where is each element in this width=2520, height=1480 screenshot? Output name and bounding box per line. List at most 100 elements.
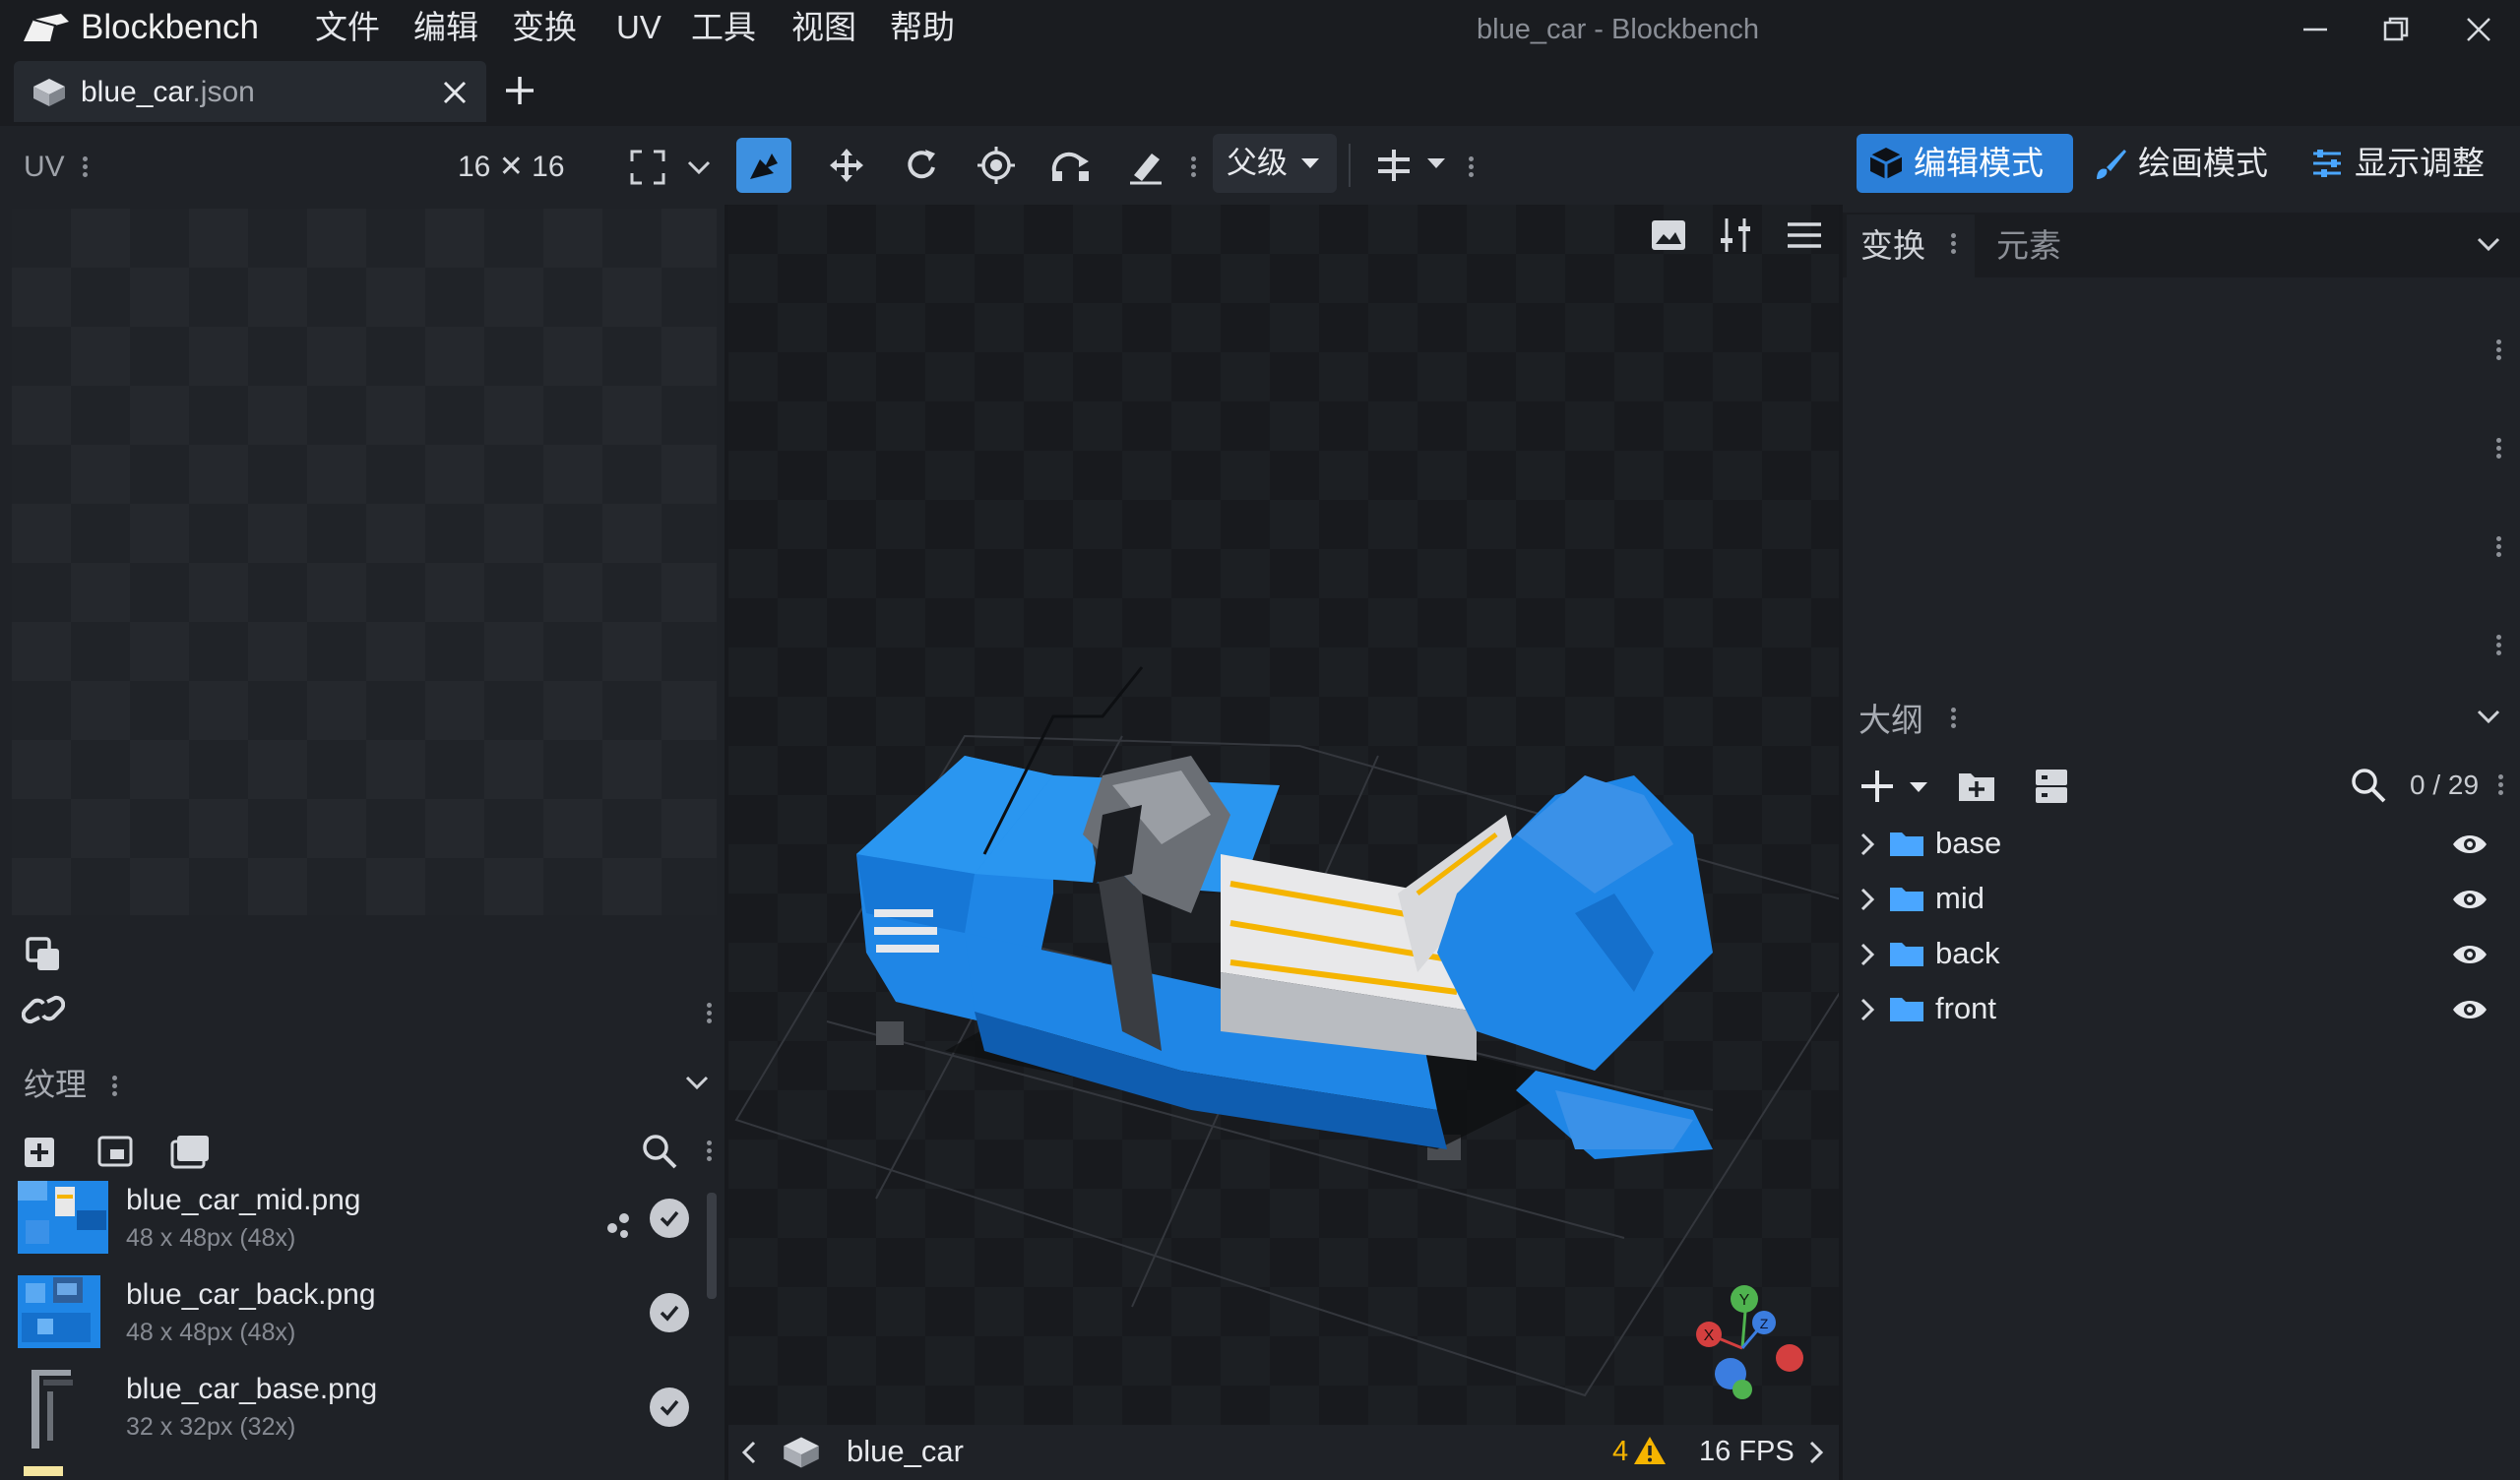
model-name: blue_car [847, 1434, 964, 1468]
axis-z-label: Z [1760, 1316, 1769, 1331]
outliner-menu-icon[interactable] [1949, 705, 1957, 731]
texture-used-check-icon[interactable] [650, 1199, 689, 1238]
menu-help[interactable]: 帮助 [890, 6, 955, 49]
3d-viewport[interactable] [728, 205, 1839, 1425]
menu-transform[interactable]: 变换 [512, 6, 577, 49]
warning-icon[interactable] [1632, 1435, 1668, 1466]
new-tab-plus-icon[interactable] [502, 73, 537, 108]
texture-item[interactable]: blue_car_back.png 48 x 48px (48x) [12, 1275, 717, 1370]
paint-mode-button[interactable]: 绘画模式 [2081, 134, 2298, 193]
visibility-eye-icon[interactable] [2451, 996, 2488, 1023]
texture-used-check-icon[interactable] [650, 1388, 689, 1427]
property-menu-icon[interactable] [2494, 435, 2502, 462]
pivot-tool-icon[interactable] [969, 138, 1024, 193]
property-menu-icon[interactable] [2494, 533, 2502, 560]
outliner-group[interactable]: mid [1843, 872, 2512, 927]
texture-folder-icon[interactable] [169, 1130, 213, 1169]
property-menu-icon[interactable] [2494, 632, 2502, 658]
restore-icon[interactable] [2376, 10, 2416, 49]
vertex-snap-tool-icon[interactable] [1043, 138, 1099, 193]
texture-name: blue_car_base.png [126, 1373, 378, 1405]
texture-size: 32 x 32px (32x) [126, 1413, 296, 1441]
chevron-right-icon[interactable] [1805, 1439, 1829, 1466]
uv-tools-menu-icon[interactable] [705, 1000, 713, 1026]
close-tab-icon[interactable] [439, 77, 471, 108]
display-mode-button[interactable]: 显示调整 [2298, 134, 2514, 193]
uv-menu-icon[interactable] [81, 154, 89, 180]
edit-mode-button[interactable]: 编辑模式 [1857, 134, 2073, 193]
warning-count[interactable]: 4 [1612, 1431, 1628, 1472]
textures-toolbar-menu-icon[interactable] [705, 1138, 713, 1164]
menu-view[interactable]: 视图 [791, 6, 856, 49]
texture-used-check-icon[interactable] [650, 1293, 689, 1332]
property-menu-icon[interactable] [2494, 337, 2502, 363]
expand-chevron-icon[interactable] [1857, 996, 1880, 1023]
move-scale-tool[interactable] [736, 138, 791, 193]
chevron-down-icon[interactable] [685, 154, 713, 181]
folder-icon [1888, 884, 1925, 913]
outliner-title: 大纲 [1858, 702, 1923, 738]
import-texture-icon[interactable] [22, 1130, 61, 1169]
collapse-all-icon[interactable] [2034, 768, 2069, 805]
menu-tools[interactable]: 工具 [691, 6, 756, 49]
transform-menu-icon[interactable] [1949, 230, 1957, 257]
seam-tool-icon[interactable] [1118, 138, 1173, 193]
uv-editor-canvas[interactable] [12, 209, 717, 915]
folder-icon [1888, 939, 1925, 968]
snap-options-icon[interactable] [1467, 154, 1475, 180]
texture-item[interactable]: blue_car_base.png 32 x 32px (32x) [12, 1370, 717, 1476]
particle-icon[interactable] [606, 1206, 642, 1238]
add-element-icon[interactable] [1858, 768, 1896, 805]
viewport-settings-icon[interactable] [1717, 216, 1754, 254]
outliner-group[interactable]: front [1843, 982, 2512, 1037]
menu-edit[interactable]: 编辑 [413, 6, 478, 49]
expand-chevron-icon[interactable] [1857, 831, 1880, 858]
cube-icon [1868, 146, 1904, 181]
axis-gizmo[interactable]: Y X Z [1687, 1279, 1805, 1407]
link-icon[interactable] [22, 992, 65, 1027]
visibility-eye-icon[interactable] [2451, 941, 2488, 968]
snap-grid-icon[interactable] [1374, 146, 1414, 185]
snap-caret-icon[interactable] [1425, 155, 1447, 171]
visibility-eye-icon[interactable] [2451, 831, 2488, 858]
rotate-tool-icon[interactable] [894, 138, 949, 193]
add-caret-icon[interactable] [1908, 779, 1929, 795]
menu-uv[interactable]: UV [616, 6, 662, 49]
copy-paste-icon[interactable] [24, 935, 65, 976]
outliner-group[interactable]: back [1843, 927, 2512, 982]
create-texture-icon[interactable] [96, 1130, 136, 1169]
expand-chevron-icon[interactable] [1857, 941, 1880, 968]
close-window-icon[interactable] [2459, 10, 2498, 49]
outliner-group[interactable]: base [1843, 817, 2512, 872]
add-group-icon[interactable] [1957, 768, 1996, 803]
toolbar-divider [1349, 144, 1351, 187]
search-textures-icon[interactable] [640, 1132, 679, 1171]
properties-collapse-icon[interactable] [2475, 230, 2502, 258]
textures-menu-icon[interactable] [110, 1073, 118, 1099]
search-outliner-icon[interactable] [2349, 766, 2388, 805]
sliders-icon [2309, 146, 2345, 181]
viewport-menu-icon[interactable] [1786, 220, 1823, 250]
tool-options-icon[interactable] [1189, 154, 1197, 180]
display-mode-label: 显示调整 [2355, 145, 2485, 181]
texture-item[interactable]: blue_car_mid.png 48 x 48px (48x) [12, 1181, 717, 1275]
outliner-collapse-icon[interactable] [2475, 703, 2502, 730]
move-tool-icon[interactable] [819, 138, 874, 193]
chevron-left-icon[interactable] [736, 1439, 760, 1466]
expand-chevron-icon[interactable] [1857, 886, 1880, 913]
tab-transform-label: 变换 [1860, 227, 1925, 264]
textures-collapse-icon[interactable] [683, 1069, 711, 1096]
background-image-icon[interactable] [1650, 216, 1687, 254]
menu-file[interactable]: 文件 [315, 6, 380, 49]
fullscreen-icon[interactable] [628, 148, 667, 187]
fps-counter: 16 FPS [1699, 1436, 1795, 1467]
outliner-options-icon[interactable] [2496, 771, 2504, 798]
tab-element[interactable]: 元素 [1996, 224, 2061, 268]
visibility-eye-icon[interactable] [2451, 886, 2488, 913]
texture-size: 48 x 48px (48x) [126, 1224, 296, 1252]
textures-panel-title: 纹理 [24, 1067, 88, 1102]
axis-x-label: X [1704, 1327, 1715, 1344]
textures-scrollbar[interactable] [707, 1193, 717, 1299]
minimize-icon[interactable] [2296, 10, 2335, 49]
folder-icon [1888, 829, 1925, 858]
